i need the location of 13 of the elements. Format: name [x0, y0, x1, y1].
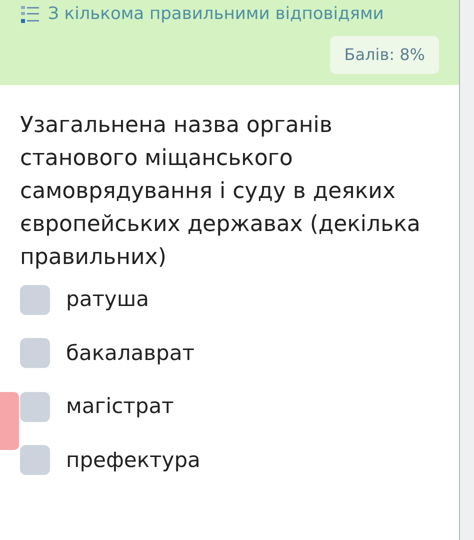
question-text: Узагальнена назва органів станового міщанського самоврядування і суду в деяких європейських державах (декілька правильних) — [19, 112, 422, 272]
question-type: З кількома правильними відповідями — [48, 3, 384, 26]
checkbox[interactable] — [20, 445, 50, 476]
option-label: ратуша — [66, 286, 149, 313]
checkbox[interactable] — [20, 338, 50, 368]
option-label: бакалаврат — [66, 340, 194, 366]
score-badge: Балів: 8% — [330, 36, 439, 74]
checkbox[interactable] — [20, 284, 50, 315]
option-label: префектура — [66, 446, 200, 474]
side-tab[interactable] — [0, 392, 19, 450]
checkbox[interactable] — [20, 392, 50, 422]
list-icon — [20, 4, 40, 25]
option-label: магістрат — [66, 393, 174, 420]
